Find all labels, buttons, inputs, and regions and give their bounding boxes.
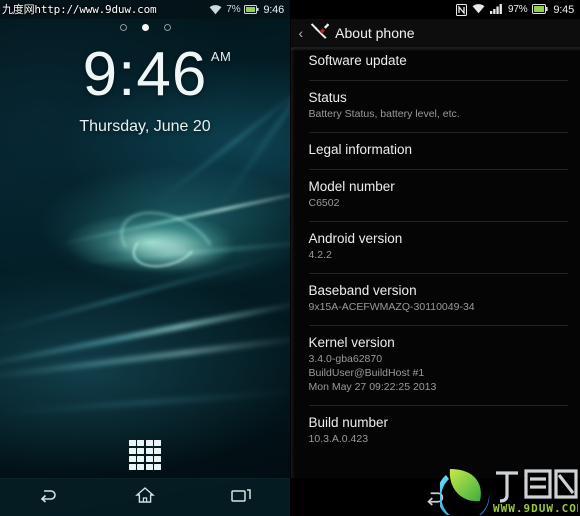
clock-time: 9:46 AM [83, 44, 231, 106]
list-item-title: Model number [308, 179, 395, 194]
left-navigation-bar [0, 478, 290, 516]
home-icon[interactable] [135, 486, 155, 509]
list-item-subtitle: Battery Status, battery level, etc. [308, 108, 460, 120]
watermark-text: 九度网http://www.9duw.com [2, 3, 157, 16]
left-status-clock: 9:46 [263, 3, 284, 16]
list-item-title: Android version [308, 231, 403, 246]
app-drawer-icon[interactable] [129, 440, 161, 470]
back-chevron-icon[interactable]: ‹ [299, 26, 304, 40]
list-item[interactable]: Legal information [291, 132, 580, 169]
home-screen-panel: 7% 9:46 九度网http://www.9duw.com 9:46 AM T… [0, 0, 290, 516]
wifi-icon [472, 1, 485, 19]
settings-tools-icon [310, 22, 330, 44]
battery-icon [532, 1, 548, 19]
right-status-clock: 9:45 [553, 3, 574, 16]
list-item-title: Baseband version [308, 283, 417, 298]
list-item[interactable]: Android version 4.2.2 [291, 221, 580, 273]
list-item-subtitle: 3.4.0-gba62870 BuildUser@BuildHost #1 Mo… [308, 353, 437, 393]
page-dot-active[interactable] [141, 24, 149, 31]
left-battery-percent: 7% [226, 4, 241, 15]
back-icon[interactable] [388, 489, 484, 506]
list-item[interactable]: Model number C6502 [291, 169, 580, 221]
list-item-title: Build number [308, 415, 389, 430]
list-item-title: Kernel version [308, 335, 395, 350]
signal-icon [489, 1, 503, 19]
about-phone-header[interactable]: ‹ About phone [290, 19, 580, 48]
about-phone-panel: 97% 9:45 ‹ About phone Software update S… [289, 0, 580, 516]
list-item-subtitle: 9x15A-ACEFWMAZQ-30110049-34 [308, 301, 475, 313]
right-navigation-bar [290, 478, 580, 516]
screenshot-root: 7% 9:46 九度网http://www.9duw.com 9:46 AM T… [0, 0, 580, 516]
page-indicator[interactable] [0, 24, 290, 31]
nfc-icon [455, 3, 467, 16]
clock-date: Thursday, June 20 [79, 118, 211, 135]
list-item-title: Status [308, 90, 347, 105]
page-dot[interactable] [163, 24, 171, 31]
list-item[interactable]: Software update [291, 48, 580, 80]
list-item[interactable]: Status Battery Status, battery level, et… [291, 80, 580, 132]
about-phone-list[interactable]: Software update Status Battery Status, b… [290, 48, 580, 516]
right-status-bar: 97% 9:45 [290, 0, 580, 19]
list-item-title: Software update [308, 53, 407, 68]
page-dot[interactable] [119, 24, 127, 31]
list-item[interactable]: Kernel version 3.4.0-gba62870 BuildUser@… [291, 325, 580, 405]
page-title: About phone [335, 25, 415, 41]
clock-widget[interactable]: 9:46 AM Thursday, June 20 [0, 44, 290, 136]
recents-icon[interactable] [230, 487, 252, 508]
list-item-subtitle: 4.2.2 [308, 249, 332, 261]
wifi-icon [209, 4, 222, 15]
list-item-subtitle: C6502 [308, 197, 340, 209]
back-icon[interactable] [38, 487, 60, 508]
list-item-subtitle: 10.3.A.0.423 [308, 433, 369, 445]
right-battery-percent: 97% [507, 4, 528, 15]
clock-time-value: 9:46 [82, 40, 208, 109]
battery-icon [244, 1, 259, 19]
list-item-title: Legal information [308, 142, 413, 157]
list-item[interactable]: Build number 10.3.A.0.423 [291, 405, 580, 457]
list-item[interactable]: Baseband version 9x15A-ACEFWMAZQ-3011004… [291, 273, 580, 325]
clock-meridiem: AM [210, 49, 232, 64]
